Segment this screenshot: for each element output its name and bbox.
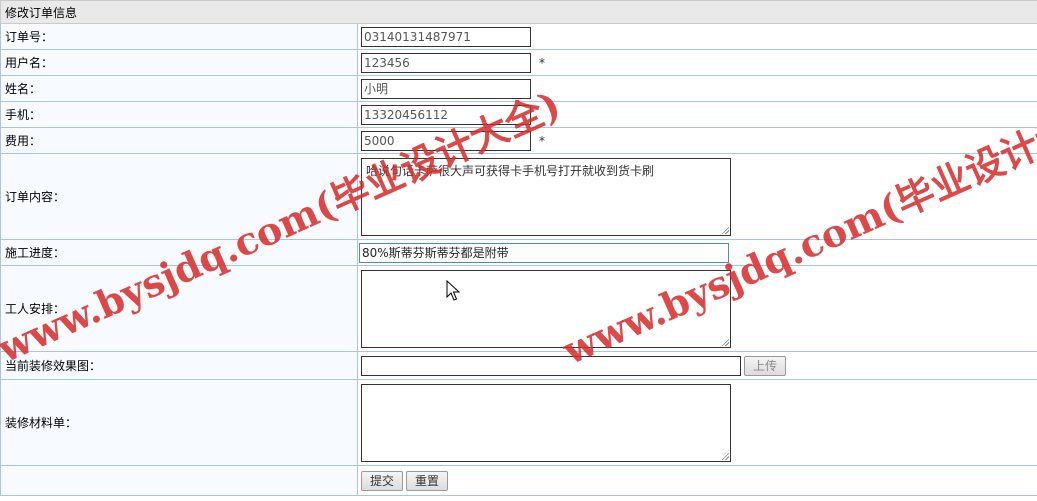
fee-input[interactable]: 5000 — [361, 130, 531, 151]
order-no-label: 订单号： — [0, 23, 358, 50]
resize-grip-icon[interactable] — [721, 337, 729, 346]
image-path-input[interactable] — [361, 355, 741, 376]
mouse-cursor-icon — [446, 280, 460, 301]
phone-label: 手机： — [0, 101, 358, 128]
username-input[interactable]: 123456 — [361, 52, 531, 73]
username-label: 用户名： — [0, 49, 358, 76]
form-title: 修改订单信息 — [0, 0, 1037, 24]
phone-input[interactable]: 13320456112 — [361, 104, 531, 125]
materials-textarea[interactable] — [361, 383, 731, 462]
username-required-mark: * — [539, 55, 545, 70]
upload-button[interactable]: 上传 — [744, 355, 787, 376]
reset-button[interactable]: 重置 — [406, 470, 449, 491]
resize-grip-icon[interactable] — [721, 225, 729, 234]
content-text: 哈说句话卡萨很大声可获得卡手机号打开就收到货卡刷 — [366, 163, 655, 178]
order-edit-form: 修改订单信息 订单号： 03140131487971 用户名： 123456 *… — [0, 0, 1037, 496]
actions-label-cell — [0, 465, 358, 496]
name-label: 姓名： — [0, 75, 358, 102]
workers-textarea[interactable] — [361, 269, 731, 348]
materials-label: 装修材料单： — [0, 379, 358, 466]
name-input[interactable]: 小明 — [361, 78, 531, 99]
image-label: 当前装修效果图： — [0, 351, 358, 380]
fee-required-mark: * — [539, 133, 545, 148]
progress-label: 施工进度： — [0, 239, 358, 266]
content-textarea[interactable]: 哈说句话卡萨很大声可获得卡手机号打开就收到货卡刷 — [361, 157, 731, 236]
order-no-input[interactable]: 03140131487971 — [361, 26, 531, 47]
resize-grip-icon[interactable] — [721, 451, 729, 460]
workers-label: 工人安排： — [0, 265, 358, 352]
fee-label: 费用： — [0, 127, 358, 154]
content-label: 订单内容： — [0, 153, 358, 240]
progress-input[interactable]: 80%斯蒂芬斯蒂芬都是附带 — [359, 242, 729, 263]
submit-button[interactable]: 提交 — [361, 470, 404, 491]
